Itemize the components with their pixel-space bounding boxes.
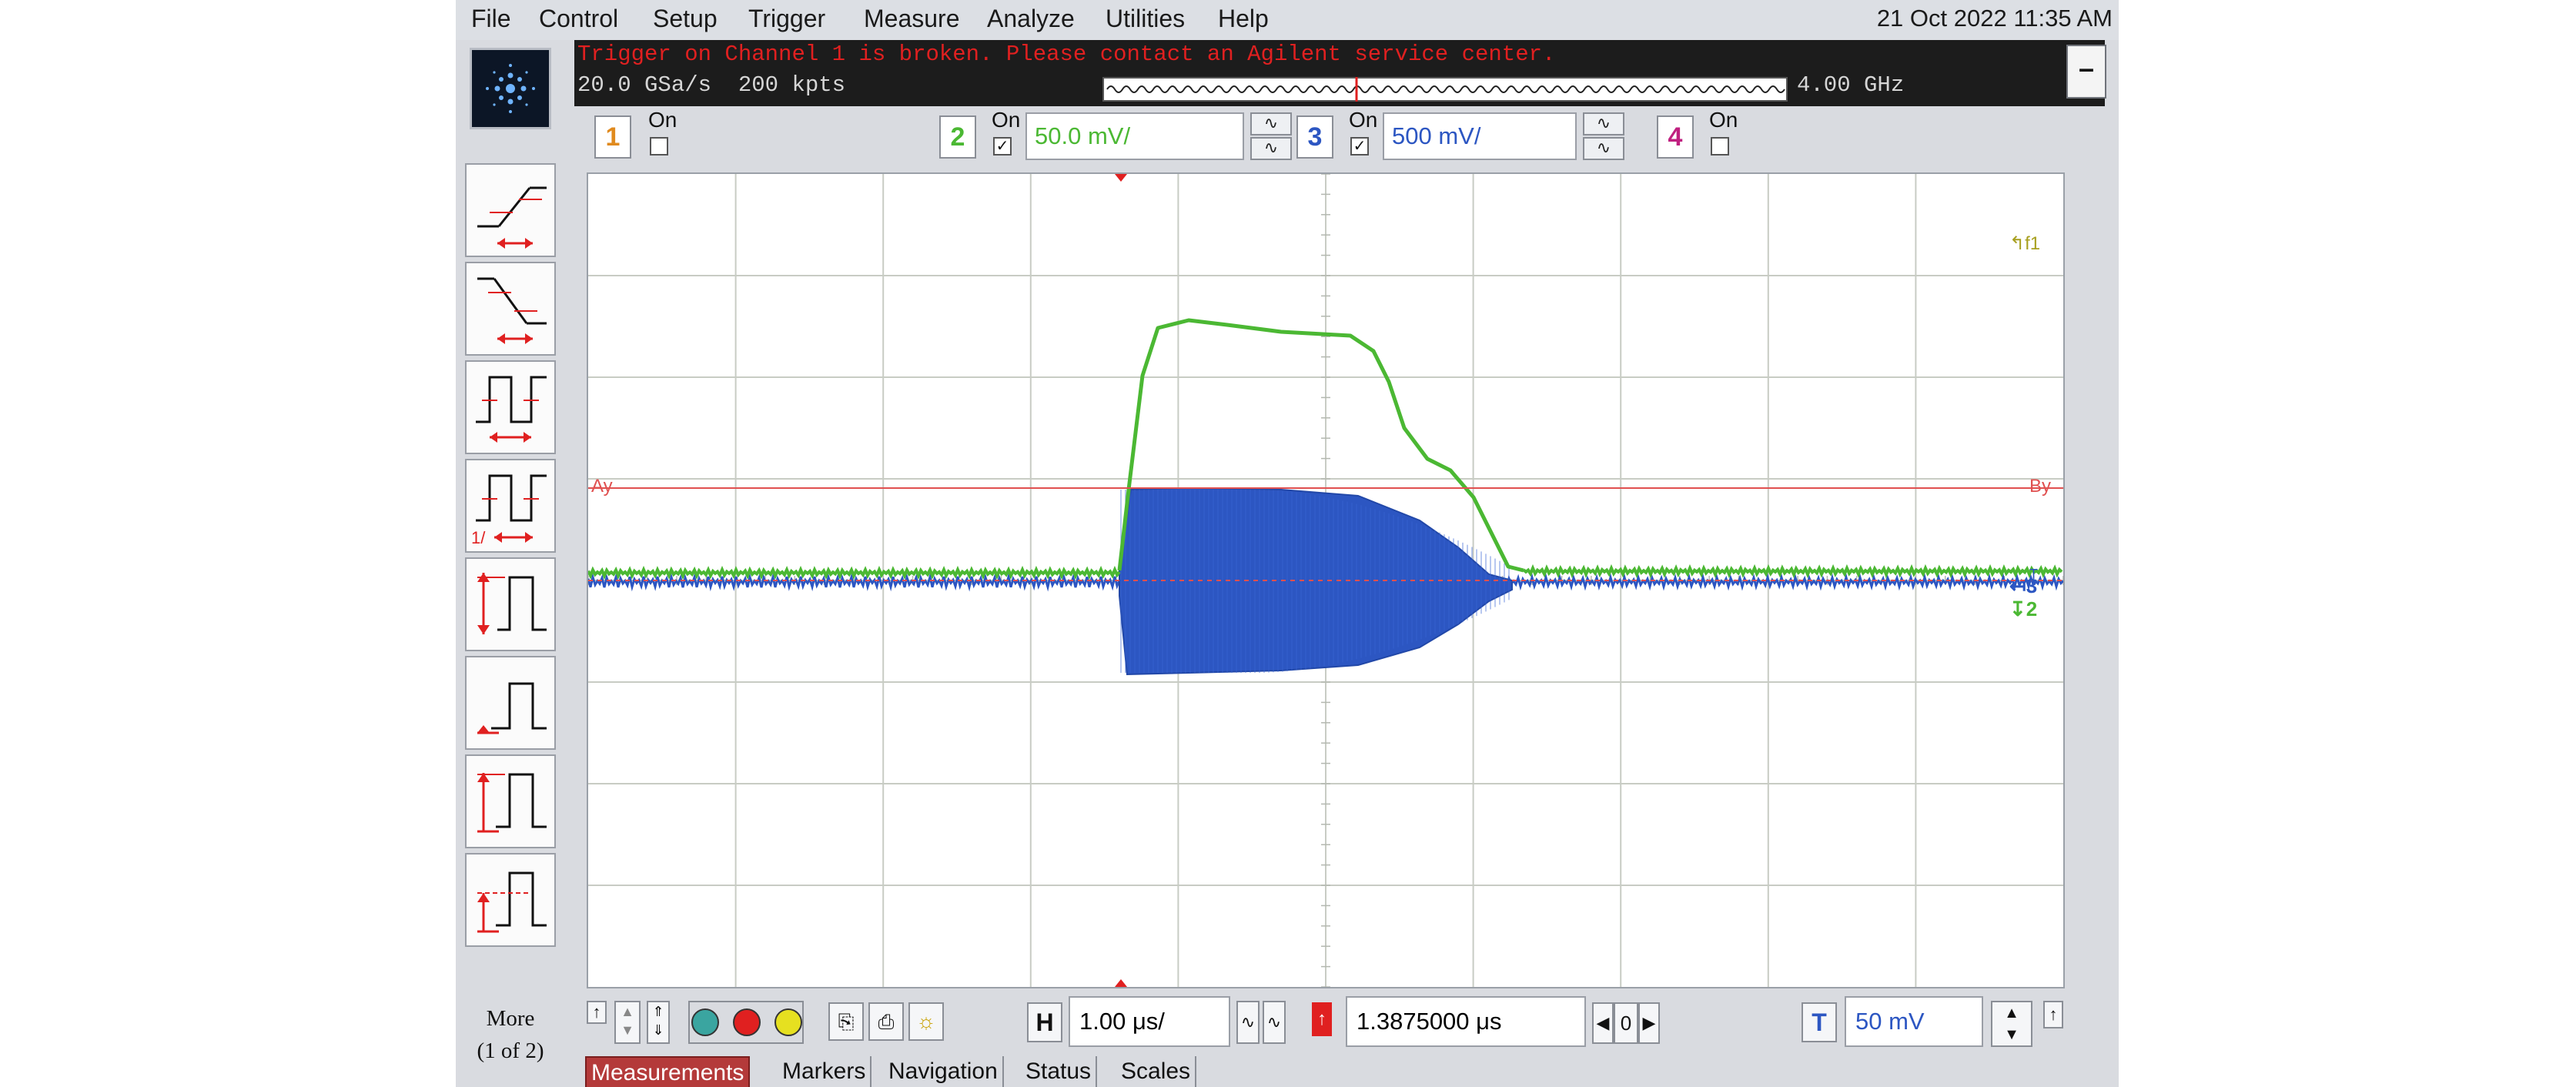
more-page-indicator: (1 of 2) xyxy=(477,1039,544,1063)
marker-a-label[interactable]: Ay xyxy=(591,476,613,497)
menu-file[interactable]: File xyxy=(471,5,511,33)
fall-time-button[interactable] xyxy=(465,262,556,356)
tab-navigation[interactable]: Navigation xyxy=(884,1056,1004,1087)
menu-utilities[interactable]: Utilities xyxy=(1106,5,1185,33)
menu-setup[interactable]: Setup xyxy=(653,5,718,33)
rise-time-button[interactable] xyxy=(465,163,556,257)
marker-b-label[interactable]: By xyxy=(2029,476,2051,497)
menu-help[interactable]: Help xyxy=(1218,5,1269,33)
channel-2-scale-up-button[interactable]: ∿ xyxy=(1250,112,1292,135)
channel-3-scale-field[interactable]: 500 mV/ xyxy=(1383,112,1577,160)
channel-2-scale-down-button[interactable]: ∿ xyxy=(1250,137,1292,160)
channel-1-button[interactable]: 1 xyxy=(594,115,631,159)
base-value-icon xyxy=(477,871,547,933)
trigger-button[interactable]: T xyxy=(1802,1002,1837,1042)
top-value-icon xyxy=(477,773,547,833)
trigger-level-field[interactable]: 50 mV xyxy=(1845,996,1983,1047)
vpp-button[interactable] xyxy=(465,557,556,651)
zoom-stepper-icon[interactable]: ▲ ▼ xyxy=(614,1001,641,1044)
channel-2-checkbox[interactable]: ✓ xyxy=(993,137,1012,156)
minimize-button[interactable]: – xyxy=(2066,45,2106,99)
bandwidth: 4.00 GHz xyxy=(1797,72,1905,98)
channel-4-button[interactable]: 4 xyxy=(1657,115,1694,159)
channel-4-checkbox[interactable] xyxy=(1711,137,1729,156)
memory-depth: 200 kpts xyxy=(738,72,846,98)
channel-2-on-label: On xyxy=(992,108,1021,132)
print-icon[interactable]: ⎙ xyxy=(868,1002,904,1041)
run-control-group xyxy=(688,1001,804,1044)
tab-status[interactable]: Status xyxy=(1021,1056,1098,1087)
delay-left-icon[interactable]: ◀ xyxy=(1592,1002,1614,1044)
delay-right-icon[interactable]: ▶ xyxy=(1638,1002,1660,1044)
channel-3-on-label: On xyxy=(1349,108,1378,132)
waveform-display[interactable]: Ay By ↰f1 ↤3 T ↧2 xyxy=(587,172,2065,988)
trigger-position-bottom-icon xyxy=(1115,979,1127,987)
brightness-icon[interactable]: ☼ xyxy=(908,1002,944,1041)
period-button[interactable] xyxy=(465,360,556,454)
datetime: 21 Oct 2022 11:35 AM xyxy=(1876,5,2113,32)
more-label: More xyxy=(486,1006,535,1031)
delay-field[interactable]: 1.3875000 μs xyxy=(1346,996,1586,1047)
timebase-fine-icon[interactable]: ∿ xyxy=(1236,1001,1260,1044)
channel-2-ref-label: 2 xyxy=(2026,597,2038,620)
channel-2-ground-reference[interactable]: ↧2 xyxy=(2009,597,2037,621)
zoom-stepper-active-icon[interactable]: ⇑ ⇓ xyxy=(647,1001,670,1044)
top-value-button[interactable] xyxy=(465,754,556,848)
oscilloscope-app: File Control Setup Trigger Measure Analy… xyxy=(456,0,2119,1087)
cursor-up-arrow-icon[interactable]: ↑ xyxy=(587,1001,607,1024)
tab-markers[interactable]: Markers xyxy=(778,1056,872,1087)
status-strip: Trigger on Channel 1 is broken. Please c… xyxy=(574,40,2105,106)
trigger-reference-icon[interactable]: ↑ xyxy=(1312,1002,1332,1036)
channel-2-scale-field[interactable]: 50.0 mV/ xyxy=(1025,112,1244,160)
timebase-coarse-icon[interactable]: ∿ xyxy=(1263,1001,1286,1044)
channel-1-checkbox[interactable] xyxy=(650,137,668,156)
autoscale-icon[interactable]: ⎘ xyxy=(828,1002,864,1041)
function-1-label: f1 xyxy=(2025,233,2041,254)
base-value-button[interactable] xyxy=(465,853,556,947)
menu-trigger[interactable]: Trigger xyxy=(748,5,825,33)
channel-2-baseline-right xyxy=(1522,564,2063,579)
trigger-level-stepper-icon[interactable]: ▲ ▼ xyxy=(1991,1001,2032,1047)
menu-measure[interactable]: Measure xyxy=(864,5,960,33)
waveform-overview[interactable] xyxy=(1102,77,1788,102)
rise-time-icon xyxy=(477,186,547,249)
menu-control[interactable]: Control xyxy=(539,5,618,33)
channel-1-on-label: On xyxy=(648,108,677,132)
channel-2-button[interactable]: 2 xyxy=(939,115,976,159)
status-message: Trigger on Channel 1 is broken. Please c… xyxy=(577,42,1556,67)
tab-measurements[interactable]: Measurements xyxy=(585,1056,751,1087)
more-button[interactable]: More (1 of 2) xyxy=(465,992,556,1078)
trigger-position-top-icon xyxy=(1115,174,1127,182)
menu-bar: File Control Setup Trigger Measure Analy… xyxy=(456,0,2119,40)
amplitude-icon xyxy=(477,682,547,734)
channel-2-baseline-left xyxy=(588,565,1121,580)
tab-scales[interactable]: Scales xyxy=(1116,1056,1197,1087)
trigger-up-arrow-icon[interactable]: ↑ xyxy=(2043,1001,2063,1028)
channel-3-scale-down-button[interactable]: ∿ xyxy=(1583,137,1624,160)
period-icon xyxy=(476,376,547,443)
trigger-level-label: T xyxy=(2029,567,2038,582)
agilent-logo-icon xyxy=(470,48,551,129)
horizontal-button[interactable]: H xyxy=(1027,1002,1062,1042)
frequency-icon: 1/ xyxy=(471,474,547,547)
channel-3-button[interactable]: 3 xyxy=(1296,115,1333,159)
delay-reference-field[interactable]: 0 xyxy=(1614,1002,1638,1044)
svg-text:1/: 1/ xyxy=(471,528,486,547)
acquisition-info: 20.0 GSa/s 200 kpts xyxy=(577,72,845,98)
amplitude-button[interactable] xyxy=(465,656,556,750)
channel-3-checkbox[interactable]: ✓ xyxy=(1350,137,1369,156)
channel-4-on-label: On xyxy=(1709,108,1738,132)
menu-analyze[interactable]: Analyze xyxy=(987,5,1075,33)
sample-rate: 20.0 GSa/s xyxy=(577,72,712,98)
function-1-reference[interactable]: ↰f1 xyxy=(2009,232,2040,255)
fall-time-icon xyxy=(477,277,547,344)
timebase-field[interactable]: 1.00 μs/ xyxy=(1069,996,1230,1047)
frequency-button[interactable]: 1/ xyxy=(465,459,556,553)
vpp-icon xyxy=(477,573,547,634)
channel-3-scale-up-button[interactable]: ∿ xyxy=(1583,112,1624,135)
channel-3-baseline-right xyxy=(1503,573,2063,591)
